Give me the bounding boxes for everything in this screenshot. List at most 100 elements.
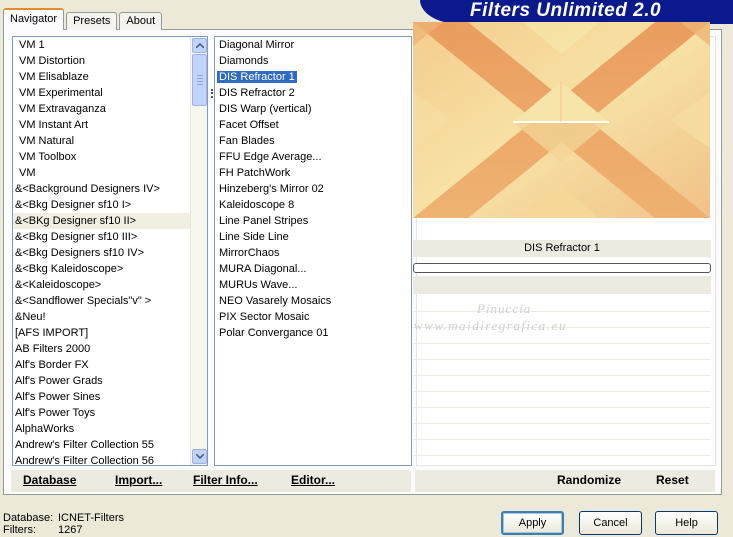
watermark-url: www.maidiregrafica.eu bbox=[414, 318, 567, 333]
filter-item[interactable]: PIX Sector Mosaic bbox=[215, 309, 411, 325]
category-item[interactable]: &<Kaleidoscope> bbox=[13, 277, 191, 293]
category-item[interactable]: &<Sandflower Specials"v" > bbox=[13, 293, 191, 309]
filter-item-label: Facet Offset bbox=[219, 119, 279, 131]
filter-item-label: Line Panel Stripes bbox=[219, 215, 309, 227]
filter-item[interactable]: Diagonal Mirror bbox=[215, 37, 411, 53]
category-item[interactable]: AlphaWorks bbox=[13, 421, 191, 437]
parameter-row bbox=[413, 392, 711, 408]
filter-item-label: Fan Blades bbox=[219, 135, 275, 147]
category-item[interactable]: VM 1 bbox=[13, 37, 191, 53]
category-items: VM 1 VM Distortion VM Elisablaze VM Experim… bbox=[13, 37, 191, 465]
category-item[interactable]: AB Filters 2000 bbox=[13, 341, 191, 357]
filter-item[interactable]: DIS Refractor 1 bbox=[215, 69, 411, 85]
filter-item-label: MURA Diagonal... bbox=[219, 263, 307, 275]
category-item[interactable]: Andrew's Filter Collection 56 bbox=[13, 453, 191, 465]
apply-button[interactable]: Apply bbox=[501, 511, 564, 535]
category-item[interactable]: Alf's Border FX bbox=[13, 357, 191, 373]
parameter-row bbox=[413, 296, 711, 312]
filter-item[interactable]: Line Panel Stripes bbox=[215, 213, 411, 229]
chevron-down-icon bbox=[195, 454, 204, 459]
scroll-thumb[interactable] bbox=[192, 54, 207, 106]
category-item[interactable]: Alf's Power Sines bbox=[13, 389, 191, 405]
window-edge bbox=[725, 29, 733, 495]
database-button[interactable]: Database bbox=[23, 473, 76, 487]
category-item[interactable]: &<Bkg Designer sf10 III> bbox=[13, 229, 191, 245]
filter-item[interactable]: Polar Convergance 01 bbox=[215, 325, 411, 341]
filter-list[interactable]: Diagonal Mirror Diamonds DIS Refractor 1 DI… bbox=[211, 36, 412, 466]
filter-item[interactable]: MirrorChaos bbox=[215, 245, 411, 261]
filter-item-label: Diamonds bbox=[219, 55, 269, 67]
filter-item-label: Hinzeberg's Mirror 02 bbox=[219, 183, 324, 195]
parameter-row bbox=[413, 360, 711, 376]
category-item[interactable]: &<Bkg Designer sf10 I> bbox=[13, 197, 191, 213]
filter-item-label: FH PatchWork bbox=[219, 167, 291, 179]
category-item[interactable]: VM Instant Art bbox=[13, 117, 191, 133]
category-item[interactable]: VM bbox=[13, 165, 191, 181]
cancel-button[interactable]: Cancel bbox=[579, 511, 642, 535]
randomize-button[interactable]: Randomize bbox=[557, 473, 621, 487]
import-button[interactable]: Import... bbox=[115, 473, 162, 487]
filter-item[interactable]: FFU Edge Average... bbox=[215, 149, 411, 165]
category-item[interactable]: VM Elisablaze bbox=[13, 69, 191, 85]
category-item[interactable]: Andrew's Filter Collection 55 bbox=[13, 437, 191, 453]
filter-item[interactable]: DIS Warp (vertical) bbox=[215, 101, 411, 117]
category-item[interactable]: VM Experimental bbox=[13, 85, 191, 101]
category-item[interactable]: VM Toolbox bbox=[13, 149, 191, 165]
parameter-row bbox=[413, 344, 711, 360]
reset-button[interactable]: Reset bbox=[656, 473, 689, 487]
parameter-row bbox=[413, 424, 711, 440]
filter-info-button[interactable]: Filter Info... bbox=[193, 473, 258, 487]
filter-item[interactable]: FH PatchWork bbox=[215, 165, 411, 181]
category-item[interactable]: &Neu! bbox=[13, 309, 191, 325]
category-item[interactable]: Alf's Power Toys bbox=[13, 405, 191, 421]
filter-item-label: DIS Refractor 1 bbox=[217, 71, 297, 83]
app-title: Filters Unlimited 2.0 bbox=[470, 0, 662, 21]
parameter-row bbox=[413, 408, 711, 424]
filter-item[interactable]: DIS Refractor 2 bbox=[211, 85, 411, 101]
category-item[interactable]: &<Bkg Designers sf10 IV> bbox=[13, 245, 191, 261]
help-button[interactable]: Help bbox=[655, 511, 718, 535]
category-item[interactable]: &<Bkg Kaleidoscope> bbox=[13, 261, 191, 277]
filter-item[interactable]: Line Side Line bbox=[215, 229, 411, 245]
editor-button[interactable]: Editor... bbox=[291, 473, 335, 487]
tab-navigator[interactable]: Navigator bbox=[3, 8, 65, 30]
filter-item-label: Line Side Line bbox=[219, 231, 289, 243]
filter-item-label: NEO Vasarely Mosaics bbox=[219, 295, 332, 307]
database-label: Database: bbox=[3, 512, 54, 524]
tab-about[interactable]: About bbox=[119, 12, 163, 30]
category-item[interactable]: VM Extravaganza bbox=[13, 101, 191, 117]
filter-item-label: MirrorChaos bbox=[219, 247, 280, 259]
filter-item-label: Kaleidoscope 8 bbox=[219, 199, 295, 211]
filter-item-label: DIS Refractor 2 bbox=[219, 87, 295, 99]
filter-item[interactable]: NEO Vasarely Mosaics bbox=[215, 293, 411, 309]
category-item[interactable]: VM Natural bbox=[13, 133, 191, 149]
filter-item[interactable]: Facet Offset bbox=[215, 117, 411, 133]
filter-item[interactable]: MURA Diagonal... bbox=[215, 261, 411, 277]
category-item[interactable]: [AFS IMPORT] bbox=[13, 325, 191, 341]
tab-presets[interactable]: Presets bbox=[66, 12, 118, 30]
category-scrollbar[interactable] bbox=[190, 37, 207, 465]
status-filters: Filters: 1267 bbox=[3, 524, 82, 536]
category-list[interactable]: VM 1 VM Distortion VM Elisablaze VM Experim… bbox=[12, 36, 208, 466]
filter-preview-image bbox=[413, 22, 710, 218]
filter-item[interactable]: Diamonds bbox=[215, 53, 411, 69]
filter-item[interactable]: Kaleidoscope 8 bbox=[215, 197, 411, 213]
drag-grip-icon bbox=[211, 89, 216, 98]
category-item[interactable]: &<Background Designers IV> bbox=[13, 181, 191, 197]
category-item[interactable]: Alf's Power Grads bbox=[13, 373, 191, 389]
filters-count: 1267 bbox=[58, 524, 83, 536]
category-item[interactable]: VM Distortion bbox=[13, 53, 191, 69]
scroll-up-button[interactable] bbox=[192, 38, 207, 53]
status-database: Database: ICNET-Filters bbox=[3, 512, 124, 524]
filter-item-label: Polar Convergance 01 bbox=[219, 327, 329, 339]
filter-item[interactable]: MURUs Wave... bbox=[215, 277, 411, 293]
filters-label: Filters: bbox=[3, 524, 36, 536]
filter-item-label: PIX Sector Mosaic bbox=[219, 311, 310, 323]
chevron-up-icon bbox=[195, 43, 204, 48]
filter-item[interactable]: Fan Blades bbox=[215, 133, 411, 149]
filter-item-label: MURUs Wave... bbox=[219, 279, 298, 291]
filter-item[interactable]: Hinzeberg's Mirror 02 bbox=[215, 181, 411, 197]
parameter-row bbox=[413, 376, 711, 392]
category-item[interactable]: &<BKg Designer sf10 II> bbox=[13, 213, 191, 229]
scroll-down-button[interactable] bbox=[192, 449, 207, 464]
